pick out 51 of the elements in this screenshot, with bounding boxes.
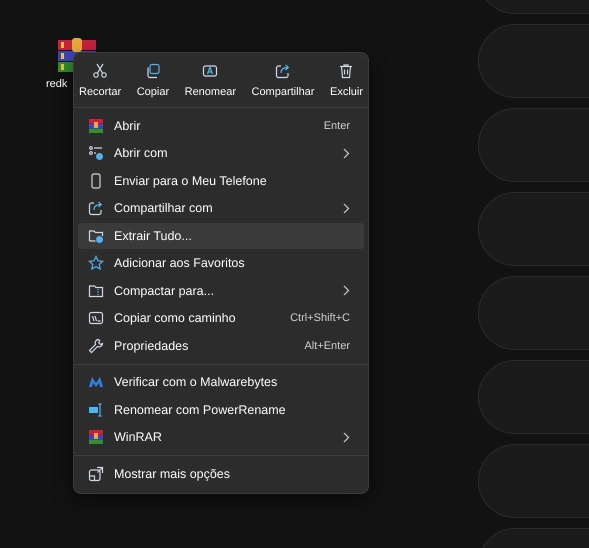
menu-item-label: Copiar como caminho xyxy=(114,311,237,326)
menu-item[interactable]: Renomear com PowerRename xyxy=(78,397,364,422)
menu-item-label: Verificar com o Malwarebytes xyxy=(114,375,278,390)
menu-item-label: Propriedades xyxy=(114,338,190,353)
menu-item-label: Abrir xyxy=(114,118,142,133)
menu-item[interactable]: Mostrar mais opções xyxy=(78,461,364,486)
menu-item[interactable]: Verificar com o Malwarebytes xyxy=(78,370,364,395)
expand-icon xyxy=(88,466,104,482)
scissors-icon xyxy=(92,63,108,79)
menu-item[interactable]: Enviar para o Meu Telefone xyxy=(78,168,364,194)
shortcut-text: Alt+Enter xyxy=(304,340,350,352)
toolbar-button[interactable]: Excluir xyxy=(328,61,364,100)
archive-books-icon xyxy=(88,429,104,446)
archive-books-icon xyxy=(88,118,104,134)
path-icon xyxy=(88,310,104,326)
menu-item-label: Adicionar aos Favoritos xyxy=(114,256,246,270)
wrench-icon xyxy=(88,338,104,354)
menu-item[interactable]: Copiar como caminho Ctrl+Shift+C xyxy=(78,306,364,331)
star-icon xyxy=(88,255,104,272)
toolbar-button[interactable]: Compartilhar xyxy=(250,61,316,100)
rename-icon xyxy=(88,402,104,418)
menu-item-label: Abrir com xyxy=(114,146,168,160)
menu-item[interactable]: Compactar para... xyxy=(78,278,364,304)
trash-icon xyxy=(338,63,354,79)
folder-extract-icon xyxy=(88,228,104,244)
menu-item[interactable]: WinRAR xyxy=(78,424,364,450)
shortcut-text: Ctrl+Shift+C xyxy=(290,312,350,324)
menu-item[interactable]: Abrir Enter xyxy=(78,113,364,138)
menu-item-label: Compactar para... xyxy=(114,284,216,298)
menu-item-label: Enviar para o Meu Telefone xyxy=(114,174,268,188)
file-name[interactable]: redk xyxy=(46,78,68,90)
toolbar-button[interactable]: Recortar xyxy=(78,61,122,100)
toolbar-button[interactable]: Copiar xyxy=(136,61,170,100)
menu-item-label: WinRAR xyxy=(114,430,163,444)
toolbar-button[interactable]: Renomear xyxy=(184,61,237,100)
share-icon xyxy=(88,200,104,216)
menu-item[interactable]: Adicionar aos Favoritos xyxy=(78,250,364,276)
menu-item-label: Renomear com PowerRename xyxy=(114,402,287,417)
folder-zip-icon xyxy=(88,282,104,299)
apps-icon xyxy=(88,145,104,162)
menu-item-label: Compartilhar com xyxy=(114,201,214,216)
copy-icon xyxy=(144,63,161,79)
menu-item[interactable]: Compartilhar com xyxy=(78,196,364,221)
menu-item-label: Mostrar mais opções xyxy=(114,466,232,481)
share-icon xyxy=(274,63,291,79)
rename-icon xyxy=(202,63,218,79)
menu-item[interactable]: Propriedades Alt+Enter xyxy=(78,333,364,358)
menu-item[interactable]: Extrair Tudo... xyxy=(78,223,364,248)
menu-item[interactable]: Abrir com xyxy=(78,140,364,166)
menu-item-label: Extrair Tudo... xyxy=(114,228,193,243)
shortcut-text: Enter xyxy=(324,120,350,132)
